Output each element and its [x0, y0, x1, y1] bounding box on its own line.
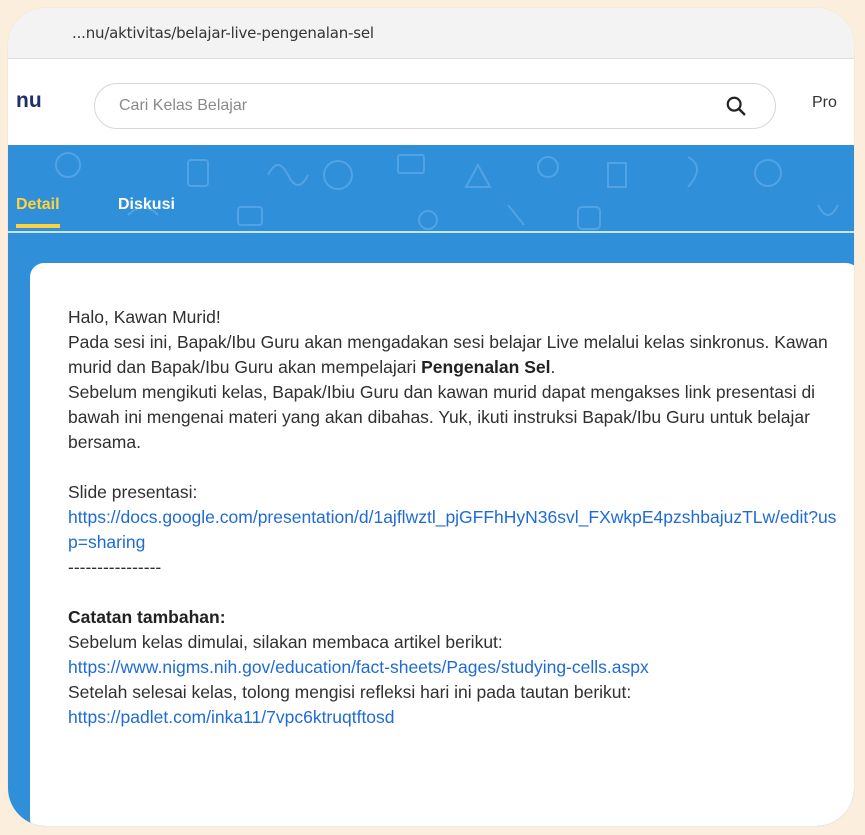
tab-diskusi[interactable]: Diskusi — [118, 196, 175, 214]
tab-detail[interactable]: Detail — [16, 196, 60, 228]
screenshot-frame: ...nu/aktivitas/belajar-live-pengenalan-… — [8, 8, 854, 826]
notes-heading: Catatan tambahan: — [68, 607, 226, 627]
url-text[interactable]: ...nu/aktivitas/belajar-live-pengenalan-… — [72, 24, 374, 42]
search-input[interactable] — [119, 84, 719, 128]
activity-description: Halo, Kawan Murid! Pada sesi ini, Bapak/… — [68, 305, 838, 730]
tab-bar: Detail Diskusi — [8, 196, 854, 232]
notes-line-2: Setelah selesai kelas, tolong mengisi re… — [68, 682, 632, 702]
topic-title: Pengenalan Sel — [421, 357, 551, 377]
instruction-paragraph: Sebelum mengikuti kelas, Bapak/Ibiu Guru… — [68, 382, 816, 452]
greeting-text: Halo, Kawan Murid! — [68, 307, 221, 327]
padlet-link[interactable]: https://padlet.com/inka11/7vpc6ktruqtfto… — [68, 707, 395, 727]
site-logo[interactable]: nu — [16, 89, 42, 113]
detail-card: Halo, Kawan Murid! Pada sesi ini, Bapak/… — [30, 263, 854, 826]
article-link[interactable]: https://www.nigms.nih.gov/education/fact… — [68, 657, 649, 677]
slide-label: Slide presentasi: — [68, 482, 198, 502]
slide-presentation-link[interactable]: https://docs.google.com/presentation/d/1… — [68, 507, 836, 552]
search-icon[interactable] — [725, 95, 747, 117]
site-header: nu Pro — [8, 59, 854, 145]
search-bar[interactable] — [94, 83, 776, 129]
nav-link-profile[interactable]: Pro — [812, 94, 837, 112]
browser-address-bar[interactable]: ...nu/aktivitas/belajar-live-pengenalan-… — [8, 8, 854, 59]
notes-line-1: Sebelum kelas dimulai, silakan membaca a… — [68, 632, 503, 652]
tab-divider — [8, 231, 854, 233]
intro-paragraph: Pada sesi ini, Bapak/Ibu Guru akan menga… — [68, 330, 838, 380]
intro-end: . — [550, 357, 556, 377]
divider-text: ---------------- — [68, 557, 162, 577]
